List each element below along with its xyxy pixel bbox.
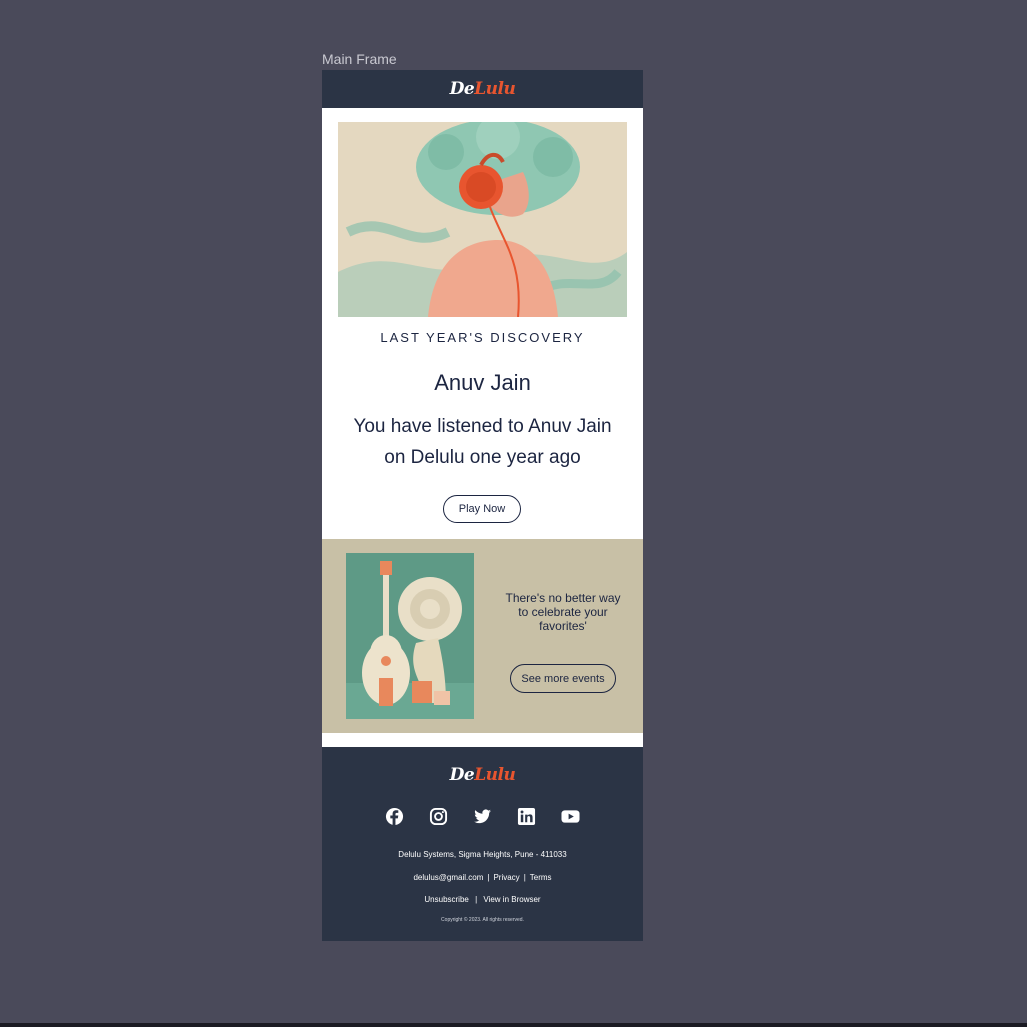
logo-part-1: De (449, 79, 475, 99)
separator: | (472, 895, 480, 904)
contact-email-link[interactable]: delulus@gmail.com (413, 873, 483, 882)
email-footer: DeLulu Delulu Systems, Sigma Heights, Pu… (322, 747, 643, 941)
youtube-icon[interactable] (561, 807, 580, 826)
section-eyebrow: LAST YEAR'S DISCOVERY (380, 330, 585, 345)
listening-message: You have listened to Anuv Jain on Delulu… (353, 416, 612, 468)
linkedin-icon[interactable] (517, 807, 536, 826)
brand-logo[interactable]: DeLulu (450, 79, 516, 99)
see-more-events-button[interactable]: See more events (510, 664, 616, 693)
company-address: Delulu Systems, Sigma Heights, Pune - 41… (398, 850, 567, 859)
social-links (322, 807, 643, 826)
instagram-icon[interactable] (429, 807, 448, 826)
logo-part-2: Lulu (474, 79, 516, 99)
separator: | (487, 873, 490, 882)
promo-section: There's no better way to celebrate your … (322, 539, 643, 733)
footer-logo[interactable]: DeLulu (450, 765, 516, 785)
footer-links-row-2: Unsubscribe | View in Browser (322, 895, 643, 904)
separator: | (523, 873, 526, 882)
frame-label: Main Frame (322, 51, 397, 67)
hero-image (338, 122, 627, 317)
copyright-text: Copyright © 2023. All rights reserved. (441, 917, 524, 923)
footer-links-row-1: delulus@gmail.com | Privacy | Terms (322, 873, 643, 882)
email-header: DeLulu (322, 70, 643, 108)
footer-logo-part-2: Lulu (474, 765, 516, 785)
privacy-link[interactable]: Privacy (493, 873, 519, 882)
artist-name: Anuv Jain (434, 370, 531, 395)
play-now-button[interactable]: Play Now (443, 495, 521, 523)
twitter-icon[interactable] (473, 807, 492, 826)
email-frame: DeLulu LAST YEAR'S DISCOVERY Anuv Jain Y… (322, 70, 643, 941)
canvas-bottom-edge (0, 1023, 1027, 1027)
terms-link[interactable]: Terms (530, 873, 552, 882)
view-in-browser-link[interactable]: View in Browser (483, 895, 540, 904)
promo-image (346, 553, 474, 719)
footer-logo-part-1: De (449, 765, 475, 785)
promo-text: There's no better way to celebrate your … (505, 591, 621, 633)
facebook-icon[interactable] (385, 807, 404, 826)
unsubscribe-link[interactable]: Unsubscribe (424, 895, 468, 904)
